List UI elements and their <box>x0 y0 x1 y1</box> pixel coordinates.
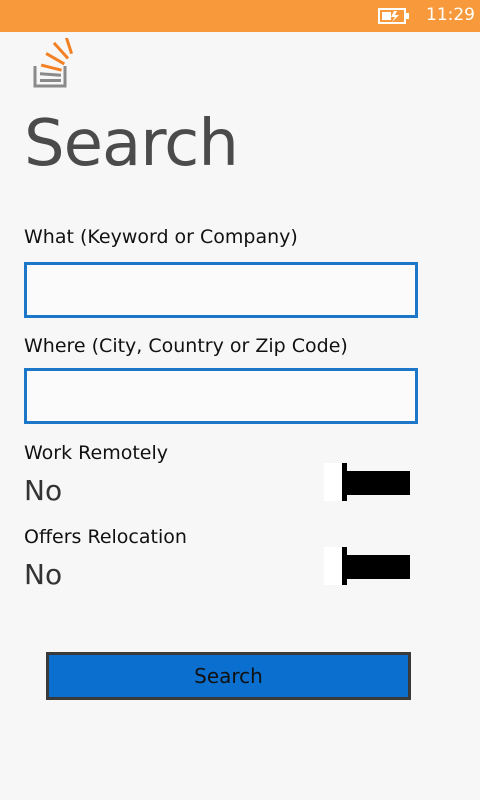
status-bar: 11:29 <box>0 0 480 32</box>
work-remotely-toggle[interactable] <box>324 463 410 501</box>
what-label: What (Keyword or Company) <box>24 226 298 248</box>
page-title: Search <box>24 107 239 181</box>
where-input[interactable] <box>24 368 418 424</box>
toggle-track <box>347 555 410 579</box>
stack-overflow-logo <box>33 38 74 88</box>
offers-relocation-value: No <box>24 558 63 591</box>
work-remotely-label: Work Remotely <box>24 442 168 464</box>
toggle-track-off <box>324 547 344 585</box>
offers-relocation-toggle[interactable] <box>324 547 410 585</box>
toggle-track <box>347 471 410 495</box>
status-clock: 11:29 <box>426 5 475 25</box>
toggle-track-off <box>324 463 344 501</box>
offers-relocation-label: Offers Relocation <box>24 526 187 548</box>
battery-charging-icon <box>378 8 409 24</box>
search-button[interactable]: Search <box>46 652 411 700</box>
work-remotely-value: No <box>24 474 63 507</box>
where-label: Where (City, Country or Zip Code) <box>24 335 348 357</box>
what-input[interactable] <box>24 262 418 318</box>
